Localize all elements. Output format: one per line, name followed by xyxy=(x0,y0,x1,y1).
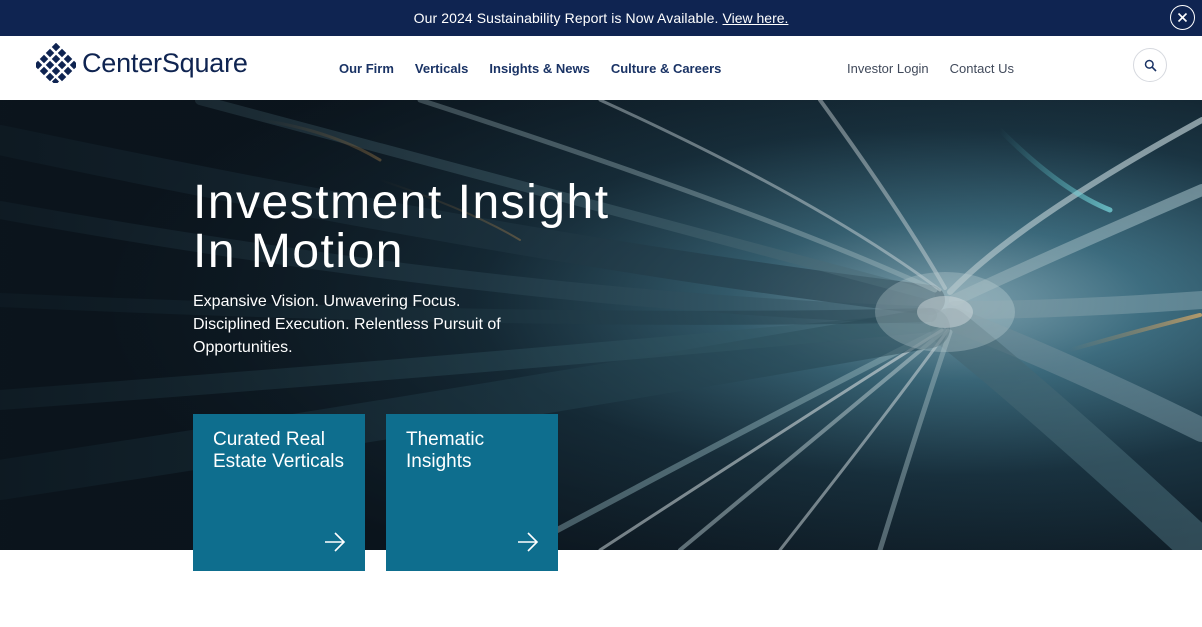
card-thematic-insights[interactable]: Thematic Insights xyxy=(386,414,558,571)
main-nav: Our Firm Verticals Insights & News Cultu… xyxy=(339,36,742,100)
arrow-right-icon xyxy=(325,532,346,552)
hero-background-image xyxy=(0,100,1202,550)
close-icon xyxy=(1177,12,1188,23)
nav-item-our-firm[interactable]: Our Firm xyxy=(339,61,394,76)
hero-title-line-1: Investment Insight xyxy=(193,176,610,229)
hero-title-line-2: In Motion xyxy=(193,225,404,278)
nav-item-insights-news[interactable]: Insights & News xyxy=(489,61,589,76)
close-announcement-button[interactable] xyxy=(1170,5,1195,30)
announcement-message: Our 2024 Sustainability Report is Now Av… xyxy=(413,10,719,26)
card-curated-real-estate-verticals[interactable]: Curated Real Estate Verticals xyxy=(193,414,365,571)
nav-item-verticals[interactable]: Verticals xyxy=(415,61,469,76)
announcement-bar: Our 2024 Sustainability Report is Now Av… xyxy=(0,0,1202,36)
diamond-grid-logo xyxy=(36,43,76,83)
nav-item-contact-us[interactable]: Contact Us xyxy=(950,61,1014,76)
arrow-right-icon xyxy=(518,532,539,552)
utility-nav: Investor Login Contact Us xyxy=(847,36,1035,100)
hero-banner: Investment Insight In Motion Expansive V… xyxy=(0,100,1202,550)
logo-text: CenterSquare xyxy=(82,47,248,78)
card-title: Curated Real Estate Verticals xyxy=(213,429,344,472)
announcement-link[interactable]: View here. xyxy=(723,10,789,26)
search-button[interactable] xyxy=(1133,48,1167,82)
nav-item-culture-careers[interactable]: Culture & Careers xyxy=(611,61,722,76)
nav-item-investor-login[interactable]: Investor Login xyxy=(847,61,929,76)
site-logo[interactable]: CenterSquare xyxy=(36,43,248,83)
hero-subtitle: Expansive Vision. Unwavering Focus. Disc… xyxy=(193,293,501,356)
card-title: Thematic Insights xyxy=(406,429,485,472)
search-icon xyxy=(1144,59,1157,72)
site-header: CenterSquare Our Firm Verticals Insights… xyxy=(0,36,1202,100)
hero-title: Investment Insight In Motion xyxy=(193,178,610,276)
